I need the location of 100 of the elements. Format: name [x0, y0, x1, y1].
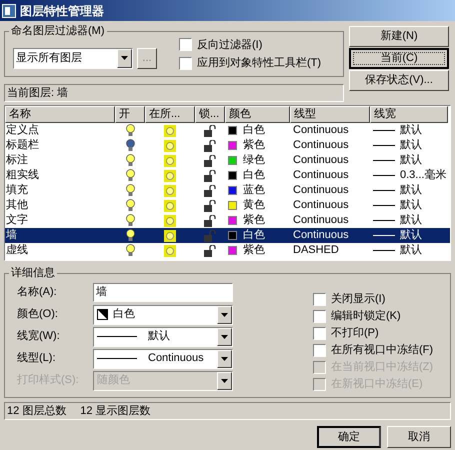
status-text: 12 显示图层数: [80, 404, 151, 419]
dropdown-field[interactable]: 白色: [93, 304, 233, 324]
dialog-button[interactable]: 确定: [317, 426, 381, 448]
status-text: 12 图层总数: [7, 404, 66, 419]
checkbox[interactable]: [313, 292, 326, 306]
table-cell-text: 标注: [5, 152, 29, 168]
line-sample: [373, 235, 395, 236]
sun-icon: [164, 154, 176, 166]
table-cell-text: 黄色: [243, 198, 265, 214]
table-cell-text: 粗实线: [5, 168, 40, 184]
column-header[interactable]: 在所...: [145, 106, 195, 123]
checkbox-label: 反向过滤器(I): [197, 38, 262, 52]
caret-icon: [221, 334, 228, 338]
caret-icon: [221, 356, 228, 360]
dialog-button[interactable]: 取消: [387, 426, 451, 448]
table-cell-text: Continuous: [292, 138, 350, 154]
layer-row[interactable]: 定义点 白色 Continuous 默认: [5, 123, 450, 138]
column-header[interactable]: 开: [115, 106, 145, 123]
dropdown-field[interactable]: 默认: [93, 326, 233, 346]
dropdown-arrow-button[interactable]: [217, 328, 232, 346]
table-cell-text: Continuous: [292, 168, 350, 184]
dialog-button[interactable]: 新建(N): [349, 26, 449, 47]
dropdown-value: Continuous: [148, 351, 204, 366]
column-header[interactable]: 锁...: [195, 106, 225, 123]
table-cell-text: 默认: [400, 213, 422, 228]
layer-row[interactable]: 其他 黄色 Continuous 默认: [5, 198, 450, 213]
filter-dropdown[interactable]: 显示所有图层: [13, 48, 133, 68]
column-header[interactable]: 名称: [5, 106, 115, 123]
table-cell-text: 默认: [400, 138, 422, 154]
field-label: 名称(A):: [16, 285, 58, 300]
table-cell-text: 定义点: [5, 122, 40, 138]
sun-icon: [164, 230, 176, 242]
dropdown-value: 默认: [148, 329, 170, 344]
layer-row[interactable]: 文字 紫色 Continuous 默认: [5, 213, 450, 228]
table-cell-text: 绿色: [243, 153, 265, 168]
layer-row[interactable]: 粗实线 白色 Continuous 0.3...毫米: [5, 168, 450, 183]
table-cell-text: 默认: [400, 198, 422, 214]
table-cell-text: 紫色: [243, 242, 265, 258]
checkbox-label: 在所有视口中冻结(F): [331, 342, 434, 358]
layer-row[interactable]: 虚线 紫色 DASHED 默认: [5, 243, 450, 258]
table-cell-text: 其他: [5, 198, 29, 214]
checkbox[interactable]: [179, 56, 192, 70]
line-sample: [373, 145, 395, 146]
column-header[interactable]: 颜色: [225, 106, 290, 123]
table-cell-text: 白色: [243, 123, 265, 138]
sun-icon: [164, 170, 176, 182]
table-cell-text: 默认: [400, 243, 422, 258]
table-cell-text: Continuous: [292, 213, 350, 228]
layer-row[interactable]: 标题栏 紫色 Continuous 默认: [5, 138, 450, 153]
line-sample: [373, 130, 395, 131]
field-label: 颜色(O):: [16, 306, 59, 322]
line-sample: [97, 358, 137, 359]
name-field[interactable]: 墙: [93, 283, 233, 302]
sun-icon: [164, 184, 176, 196]
color-swatch-icon: [97, 309, 108, 320]
table-cell-text: 蓝色: [243, 183, 265, 198]
dropdown-arrow-button[interactable]: [117, 48, 132, 68]
field-label: 线宽(W):: [16, 328, 61, 344]
dropdown-value: 显示所有图层: [15, 50, 83, 66]
window-icon: [2, 4, 16, 18]
table-cell-text: 白色: [243, 228, 265, 244]
checkbox[interactable]: [313, 344, 326, 356]
dropdown-field[interactable]: Continuous: [93, 348, 233, 368]
checkbox[interactable]: [313, 310, 326, 322]
line-sample: [373, 175, 395, 176]
layer-row[interactable]: 墙 白色 Continuous 默认: [5, 228, 450, 243]
line-sample: [373, 220, 395, 221]
dialog-button[interactable]: 保存状态(V)...: [349, 70, 449, 91]
dropdown-arrow-button[interactable]: [217, 306, 232, 324]
table-cell-text: 白色: [243, 168, 265, 184]
window-title: 图层特性管理器: [20, 2, 104, 20]
table-cell-text: 虚线: [5, 243, 29, 258]
sun-icon: [164, 200, 176, 212]
table-cell-text: 填充: [5, 183, 29, 198]
table-cell-text: Continuous: [292, 198, 350, 214]
dropdown-value: 白色: [113, 307, 135, 322]
dropdown-arrow-button[interactable]: [217, 350, 232, 368]
table-cell-text: 默认: [400, 123, 422, 138]
checkbox[interactable]: [313, 326, 326, 340]
table-cell-text: Continuous: [292, 228, 350, 244]
sun-icon: [164, 244, 176, 256]
table-cell-text: Continuous: [292, 183, 350, 198]
caret-icon: [121, 56, 128, 60]
layer-row[interactable]: 标注 绿色 Continuous 默认: [5, 153, 450, 168]
table-cell-text: 默认: [400, 183, 422, 198]
table-cell-text: DASHED: [292, 243, 340, 258]
column-header[interactable]: 线宽: [370, 106, 448, 123]
dialog-button[interactable]: 当前(C): [349, 48, 449, 69]
caret-icon: [221, 312, 228, 316]
checkbox-label: 应用到对象特性工具栏(T): [197, 56, 322, 71]
layer-row[interactable]: 填充 蓝色 Continuous 默认: [5, 183, 450, 198]
checkbox-label: 关闭显示(I): [331, 292, 386, 307]
line-sample: [373, 160, 395, 161]
table-cell-text: 紫色: [243, 212, 265, 228]
column-header[interactable]: 线型: [290, 106, 370, 123]
checkbox[interactable]: [179, 38, 192, 52]
table-cell-text: Continuous: [292, 153, 350, 168]
dropdown-arrow-button[interactable]: [217, 372, 232, 390]
group-label: 命名图层过滤器(M): [9, 23, 106, 40]
line-sample: [97, 336, 137, 337]
